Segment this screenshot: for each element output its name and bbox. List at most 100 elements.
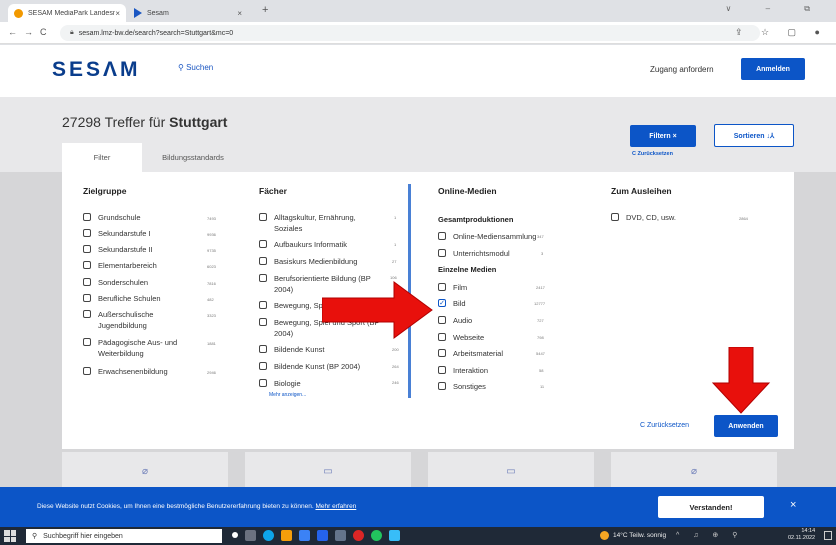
app-icon[interactable] [389, 530, 400, 541]
filter-zielgruppe-8[interactable]: Erwachsenenbildung [83, 366, 168, 377]
checkbox[interactable] [83, 338, 91, 346]
checkbox[interactable] [259, 257, 267, 265]
checkbox[interactable] [438, 249, 446, 257]
checkbox[interactable] [438, 333, 446, 341]
search-link[interactable]: ⚲ Suchen [178, 63, 213, 72]
checkbox[interactable] [83, 213, 91, 221]
windows-start-icon[interactable] [4, 530, 16, 542]
reset-link[interactable]: C Zurücksetzen [640, 422, 689, 429]
checkbox[interactable] [259, 362, 267, 370]
checkbox[interactable] [259, 379, 267, 387]
checkbox[interactable] [438, 366, 446, 374]
filter-medium-1[interactable]: ✓ Bild [438, 298, 466, 309]
checkbox[interactable] [83, 367, 91, 375]
filter-zielgruppe-2[interactable]: Sekundarstufe II [83, 244, 153, 255]
checkbox[interactable] [438, 316, 446, 324]
filter-fach-8[interactable]: Biologie [259, 378, 301, 389]
tab-bildungsstandards[interactable]: Bildungsstandards [148, 143, 238, 172]
cookie-more-link[interactable]: Mehr erfahren [315, 503, 356, 510]
checkbox[interactable] [83, 229, 91, 237]
checkbox[interactable] [83, 261, 91, 269]
checkbox[interactable] [83, 310, 91, 318]
result-card[interactable]: ▭ [428, 452, 594, 487]
back-icon[interactable]: ← [8, 27, 17, 37]
checkbox[interactable] [259, 318, 267, 326]
checkbox[interactable] [259, 345, 267, 353]
result-card[interactable]: ⌀ [611, 452, 777, 487]
reload-icon[interactable]: C [40, 27, 47, 37]
filter-zielgruppe-7[interactable]: Pädagogische Aus- und Weiterbildung [83, 337, 198, 359]
tab-close-icon[interactable]: × [237, 9, 242, 18]
filter-medium-6[interactable]: Sonstiges [438, 381, 486, 392]
forward-icon[interactable]: → [24, 27, 33, 37]
explorer-icon[interactable] [281, 530, 292, 541]
filter-zielgruppe-5[interactable]: Berufliche Schulen [83, 293, 161, 304]
checkbox[interactable] [259, 240, 267, 248]
filter-medium-5[interactable]: Interaktion [438, 365, 488, 376]
filter-fach-0[interactable]: Alltagskultur, Ernährung, Soziales [259, 212, 379, 234]
filter-online-0[interactable]: Online-Mediensammlung [438, 231, 536, 242]
tab-filter[interactable]: Filter [62, 143, 142, 172]
browser-toolbar-icons[interactable]: ⇪ ☆ ▢ ● [735, 27, 828, 38]
mail-icon[interactable] [317, 530, 328, 541]
filter-zielgruppe-1[interactable]: Sekundarstufe I [83, 228, 151, 239]
window-controls[interactable]: ∨ – ⧉ [726, 4, 826, 14]
request-access-link[interactable]: Zugang anfordern [650, 65, 714, 74]
url-field[interactable]: 🔒︎ sesam.lmz-bw.de/search?search=Stuttga… [60, 25, 760, 41]
checkbox[interactable] [83, 294, 91, 302]
cookie-close-icon[interactable]: × [790, 499, 796, 511]
checkbox[interactable] [259, 274, 267, 282]
filter-fach-2[interactable]: Basiskurs Medienbildung [259, 256, 357, 267]
clock[interactable]: 14:14 02.11.2022 [788, 528, 815, 542]
filter-fach-1[interactable]: Aufbaukurs Informatik [259, 239, 347, 250]
reset-top-link[interactable]: C Zurücksetzen [632, 151, 673, 157]
new-tab-button[interactable]: + [262, 4, 268, 16]
result-card[interactable]: ▭ [245, 452, 411, 487]
filter-ausleihen-0[interactable]: DVD, CD, usw. [611, 212, 676, 223]
filter-count: 482 [207, 297, 214, 302]
checkbox[interactable] [611, 213, 619, 221]
filter-zielgruppe-6[interactable]: Außerschulische Jugendbildung [83, 309, 198, 331]
sesam-logo[interactable]: SESΛM [52, 58, 141, 82]
app-icon[interactable] [353, 530, 364, 541]
filter-fach-6[interactable]: Bildende Kunst [259, 344, 324, 355]
tab-close-icon[interactable]: × [115, 9, 120, 18]
checkbox[interactable] [438, 232, 446, 240]
checkbox[interactable] [438, 382, 446, 390]
checkbox[interactable] [83, 278, 91, 286]
filter-zielgruppe-0[interactable]: Grundschule [83, 212, 141, 223]
login-button[interactable]: Anmelden [741, 58, 805, 80]
checkbox[interactable] [438, 349, 446, 357]
filter-medium-0[interactable]: Film [438, 282, 467, 293]
checkbox[interactable] [259, 301, 267, 309]
sort-button[interactable]: Sortieren ↓⅄ [714, 124, 794, 147]
filter-medium-2[interactable]: Audio [438, 315, 472, 326]
filter-medium-3[interactable]: Webseite [438, 332, 484, 343]
cortana-icon[interactable] [232, 532, 238, 538]
result-card[interactable]: ⌀ [62, 452, 228, 487]
checkbox-checked[interactable]: ✓ [438, 299, 446, 307]
filter-button[interactable]: Filtern × [630, 125, 696, 147]
notification-icon[interactable] [824, 531, 832, 540]
checkbox[interactable] [438, 283, 446, 291]
weather-widget[interactable]: 14°C Teilw. sonnig [600, 531, 666, 540]
browser-tab-mediapark[interactable]: SESAM MediaPark Landesmed × [8, 4, 126, 22]
filter-zielgruppe-3[interactable]: Elementarbereich [83, 260, 157, 271]
app-icon[interactable] [335, 530, 346, 541]
store-icon[interactable] [299, 530, 310, 541]
edge-icon[interactable] [263, 530, 274, 541]
checkbox[interactable] [83, 245, 91, 253]
chrome-icon[interactable] [371, 530, 382, 541]
taskbar-search-input[interactable]: ⚲ Suchbegriff hier eingeben [26, 529, 222, 543]
browser-tab-sesam[interactable]: Sesam × [128, 4, 248, 22]
checkbox[interactable] [259, 213, 267, 221]
filter-online-1[interactable]: Unterrichtsmodul [438, 248, 510, 259]
task-view-icon[interactable] [245, 530, 256, 541]
filter-fach-7[interactable]: Bildende Kunst (BP 2004) [259, 361, 360, 372]
apply-button[interactable]: Anwenden [714, 415, 778, 437]
system-tray-icons[interactable]: ^ ♫ ⊕ ⚲ [676, 531, 743, 539]
filter-medium-4[interactable]: Arbeitsmaterial [438, 348, 503, 359]
filter-zielgruppe-4[interactable]: Sonderschulen [83, 277, 148, 288]
cookie-accept-button[interactable]: Verstanden! [658, 496, 764, 518]
show-more-link[interactable]: Mehr anzeigen... [269, 392, 306, 398]
